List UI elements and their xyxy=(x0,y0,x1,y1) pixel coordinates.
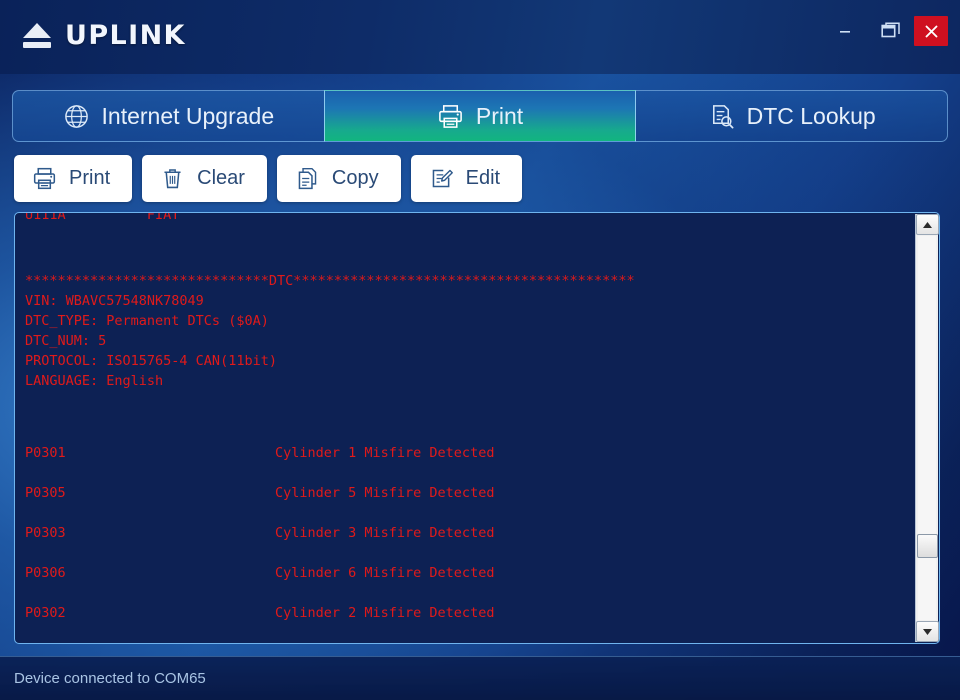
restore-button[interactable] xyxy=(868,9,914,53)
output-separator: ******************************DTC*******… xyxy=(25,273,635,289)
clear-button-label: Clear xyxy=(197,167,245,189)
close-icon xyxy=(925,25,937,37)
vertical-scrollbar[interactable] xyxy=(915,214,939,642)
tab-strip: Internet Upgrade Print DTC Lookup xyxy=(12,90,949,142)
print-button-label: Print xyxy=(69,167,111,189)
scroll-down-button[interactable] xyxy=(916,621,939,642)
dtc-code: P0305 xyxy=(25,485,66,501)
dtc-code: P0303 xyxy=(25,525,66,541)
output-blank-line xyxy=(25,242,905,262)
copy-button-label: Copy xyxy=(331,167,379,189)
copy-button[interactable]: Copy xyxy=(276,155,401,202)
close-button[interactable] xyxy=(914,16,948,46)
dtc-code: P0301 xyxy=(25,445,66,461)
tab-internet-upgrade[interactable]: Internet Upgrade xyxy=(12,90,324,142)
output-language-line: LANGUAGE: English xyxy=(25,373,164,389)
dtc-code: P0306 xyxy=(25,565,66,581)
output-clipped-line: U111A FIAT xyxy=(25,213,180,223)
connection-status-text: Device connected to COM65 xyxy=(14,670,206,687)
title-bar: UPLINK xyxy=(0,0,960,74)
output-vin-line: VIN: WBAVC57548NK78049 xyxy=(25,293,204,309)
dtc-description: Cylinder 2 Misfire Detected xyxy=(275,605,495,621)
edit-pencil-icon xyxy=(432,169,453,188)
scroll-up-button[interactable] xyxy=(916,214,939,235)
output-dtc-type-line: DTC_TYPE: Permanent DTCs ($0A) xyxy=(25,313,269,329)
trash-icon xyxy=(164,169,181,189)
print-button[interactable]: Print xyxy=(14,155,133,202)
minimize-icon xyxy=(840,31,850,33)
status-bar: Device connected to COM65 xyxy=(0,656,960,700)
output-dtc-num-line: DTC_NUM: 5 xyxy=(25,333,107,349)
tab-internet-upgrade-label: Internet Upgrade xyxy=(101,102,275,129)
scrollbar-track[interactable] xyxy=(918,236,936,620)
tab-dtc-lookup[interactable]: DTC Lookup xyxy=(636,90,949,142)
eject-icon xyxy=(22,22,52,49)
table-row: P0301 Cylinder 1 Misfire Detected xyxy=(25,433,905,473)
document-search-icon xyxy=(712,104,734,128)
output-protocol-line: PROTOCOL: ISO15765-4 CAN(11bit) xyxy=(25,353,277,369)
restore-window-icon xyxy=(881,22,900,38)
edit-button-label: Edit xyxy=(465,167,501,189)
table-row: P0302 Cylinder 2 Misfire Detected xyxy=(25,593,905,633)
scrollbar-thumb[interactable] xyxy=(917,534,938,558)
dtc-description: Cylinder 6 Misfire Detected xyxy=(275,565,495,581)
table-row: P0303 Cylinder 3 Misfire Detected xyxy=(25,513,905,553)
output-text-area[interactable]: U111A FIAT *****************************… xyxy=(15,213,915,643)
scroll-down-arrow-icon xyxy=(923,628,932,635)
window-controls xyxy=(822,0,960,62)
clear-button[interactable]: Clear xyxy=(142,155,267,202)
app-brand: UPLINK xyxy=(22,20,186,51)
dtc-description: Cylinder 1 Misfire Detected xyxy=(275,445,495,461)
print-output-panel[interactable]: U111A FIAT *****************************… xyxy=(14,212,940,644)
table-row: P0306 Cylinder 6 Misfire Detected xyxy=(25,553,905,593)
table-row: P0305 Cylinder 5 Misfire Detected xyxy=(25,473,905,513)
minimize-button[interactable] xyxy=(822,9,868,53)
copy-icon xyxy=(298,167,317,190)
dtc-description: Cylinder 5 Misfire Detected xyxy=(275,485,495,501)
scroll-up-arrow-icon xyxy=(923,221,932,228)
printer-icon xyxy=(33,167,56,190)
tab-print[interactable]: Print xyxy=(323,90,637,142)
printer-icon xyxy=(438,104,462,128)
dtc-description: Cylinder 3 Misfire Detected xyxy=(275,525,495,541)
toolbar: Print Clear Copy Edit xyxy=(14,155,523,202)
globe-icon xyxy=(64,104,88,128)
dtc-code: P0302 xyxy=(25,605,66,621)
output-blank-line xyxy=(25,222,905,242)
tab-print-label: Print xyxy=(475,102,524,129)
app-title: UPLINK xyxy=(65,20,186,51)
tab-dtc-lookup-label: DTC Lookup xyxy=(746,102,876,129)
edit-button[interactable]: Edit xyxy=(410,155,523,202)
